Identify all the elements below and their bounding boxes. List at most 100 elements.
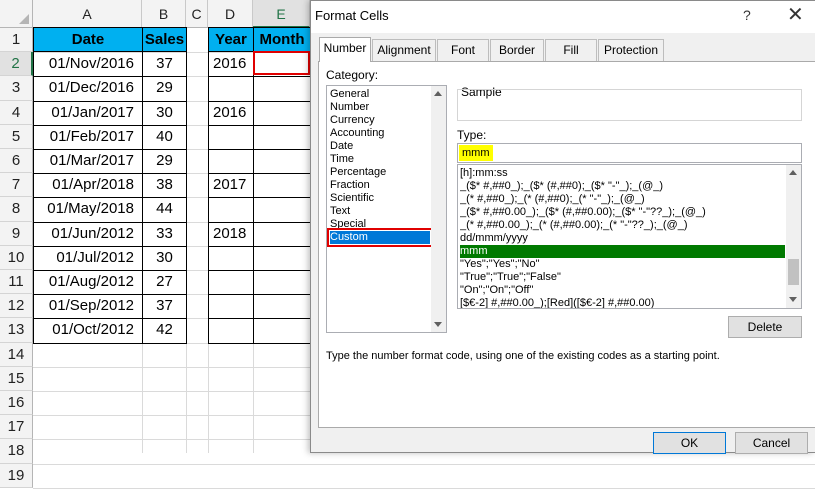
- row-header-7[interactable]: 7: [0, 173, 33, 198]
- scroll-up-arrow-icon[interactable]: [434, 91, 442, 96]
- close-button[interactable]: ✕: [787, 4, 804, 26]
- year-cell[interactable]: 2017: [208, 173, 254, 199]
- sales-cell[interactable]: 40: [142, 124, 187, 150]
- sales-cell[interactable]: 30: [142, 245, 187, 271]
- row-header-11[interactable]: 11: [0, 270, 33, 295]
- column-header-e[interactable]: E: [253, 0, 310, 28]
- row-header-13[interactable]: 13: [0, 318, 33, 343]
- column-header-d[interactable]: D: [208, 0, 253, 28]
- sales-cell[interactable]: 27: [142, 270, 187, 296]
- month-cell[interactable]: [253, 221, 311, 247]
- scroll-down-arrow-icon[interactable]: [789, 297, 797, 302]
- category-item-percentage[interactable]: Percentage: [330, 166, 431, 179]
- year-cell[interactable]: [208, 149, 254, 175]
- sales-cell[interactable]: 44: [142, 197, 187, 223]
- sales-cell[interactable]: 30: [142, 100, 187, 126]
- row-header-15[interactable]: 15: [0, 366, 33, 391]
- row-header-3[interactable]: 3: [0, 76, 33, 101]
- date-cell[interactable]: 01/Apr/2018: [33, 173, 143, 199]
- date-cell[interactable]: 01/May/2018: [33, 197, 143, 223]
- tab-protection[interactable]: Protection: [598, 39, 664, 61]
- category-scrollbar[interactable]: [431, 86, 446, 332]
- format-code-item[interactable]: _($* #,##0.00_);_($* (#,##0.00);_($* "-"…: [460, 206, 785, 219]
- category-item-scientific[interactable]: Scientific: [330, 192, 431, 205]
- format-code-list[interactable]: [h]:mm:ss _($* #,##0_);_($* (#,##0);_($* …: [457, 164, 802, 309]
- month-cell[interactable]: [253, 76, 311, 102]
- help-button[interactable]: ?: [743, 7, 751, 23]
- row-header-8[interactable]: 8: [0, 197, 33, 222]
- row-header-12[interactable]: 12: [0, 294, 33, 319]
- format-code-item[interactable]: "On";"On";"Off": [460, 284, 785, 297]
- format-code-item[interactable]: [h]:mm:ss: [460, 167, 785, 180]
- row-header-6[interactable]: 6: [0, 149, 33, 174]
- header-sales[interactable]: Sales: [142, 27, 187, 52]
- tab-fill[interactable]: Fill: [545, 39, 597, 61]
- year-cell[interactable]: 2018: [208, 221, 254, 247]
- month-cell[interactable]: [253, 197, 311, 223]
- row-header-19[interactable]: 19: [0, 463, 33, 488]
- row-header-17[interactable]: 17: [0, 415, 33, 440]
- date-cell[interactable]: 01/Feb/2017: [33, 124, 143, 150]
- scroll-thumb[interactable]: [788, 259, 799, 285]
- row-header-9[interactable]: 9: [0, 221, 33, 246]
- year-cell[interactable]: [208, 294, 254, 320]
- category-list[interactable]: General Number Currency Accounting Date Time P…: [326, 85, 447, 333]
- month-cell[interactable]: [253, 100, 311, 126]
- tab-alignment[interactable]: Alignment: [372, 39, 436, 61]
- year-cell[interactable]: [208, 318, 254, 344]
- active-cell-e2[interactable]: [253, 51, 310, 75]
- format-list-scrollbar[interactable]: [786, 165, 801, 308]
- sales-cell[interactable]: 29: [142, 76, 187, 102]
- category-item-general[interactable]: General: [330, 88, 431, 101]
- date-cell[interactable]: 01/Mar/2017: [33, 149, 143, 175]
- month-cell[interactable]: [253, 173, 311, 199]
- cancel-button[interactable]: Cancel: [735, 432, 808, 454]
- category-item-special[interactable]: Special: [330, 218, 431, 231]
- year-cell[interactable]: [208, 270, 254, 296]
- row-header-16[interactable]: 16: [0, 391, 33, 416]
- date-cell[interactable]: 01/Nov/2016: [33, 52, 143, 78]
- year-cell[interactable]: 2016: [208, 52, 254, 78]
- row-header-10[interactable]: 10: [0, 245, 33, 270]
- scroll-down-arrow-icon[interactable]: [434, 322, 442, 327]
- sales-cell[interactable]: 33: [142, 221, 187, 247]
- sales-cell[interactable]: 29: [142, 149, 187, 175]
- header-date[interactable]: Date: [33, 27, 143, 52]
- month-cell[interactable]: [253, 318, 311, 344]
- category-item-currency[interactable]: Currency: [330, 114, 431, 127]
- month-cell[interactable]: [253, 270, 311, 296]
- format-code-item[interactable]: _(* #,##0_);_(* (#,##0);_(* "-"_);_(@_): [460, 193, 785, 206]
- format-code-item[interactable]: [$€-2] #,##0.00_);[Red]([$€-2] #,##0.00): [460, 297, 785, 308]
- date-cell[interactable]: 01/Jul/2012: [33, 245, 143, 271]
- category-item-fraction[interactable]: Fraction: [330, 179, 431, 192]
- category-item-text[interactable]: Text: [330, 205, 431, 218]
- header-month[interactable]: Month: [253, 27, 311, 52]
- format-code-item[interactable]: _(* #,##0.00_);_(* (#,##0.00);_(* "-"??_…: [460, 219, 785, 232]
- month-cell[interactable]: [253, 245, 311, 271]
- category-item-accounting[interactable]: Accounting: [330, 127, 431, 140]
- tab-font[interactable]: Font: [437, 39, 489, 61]
- row-header-18[interactable]: 18: [0, 439, 33, 464]
- format-code-item[interactable]: "True";"True";"False": [460, 271, 785, 284]
- select-all-corner[interactable]: [0, 0, 33, 28]
- type-input[interactable]: mmm: [457, 143, 802, 163]
- ok-button[interactable]: OK: [653, 432, 726, 454]
- date-cell[interactable]: 01/Jun/2012: [33, 221, 143, 247]
- year-cell[interactable]: [208, 245, 254, 271]
- row-header-2[interactable]: 2: [0, 52, 33, 77]
- date-cell[interactable]: 01/Aug/2012: [33, 270, 143, 296]
- year-cell[interactable]: [208, 124, 254, 150]
- delete-button[interactable]: Delete: [728, 316, 802, 338]
- format-code-item[interactable]: dd/mmm/yyyy: [460, 232, 785, 245]
- year-cell[interactable]: 2016: [208, 100, 254, 126]
- header-year[interactable]: Year: [208, 27, 254, 52]
- category-item-date[interactable]: Date: [330, 140, 431, 153]
- date-cell[interactable]: 01/Dec/2016: [33, 76, 143, 102]
- category-item-custom[interactable]: Custom: [327, 228, 433, 247]
- month-cell[interactable]: [253, 294, 311, 320]
- format-code-item[interactable]: _($* #,##0_);_($* (#,##0);_($* "-"_);_(@…: [460, 180, 785, 193]
- column-header-c[interactable]: C: [186, 0, 208, 28]
- category-item-time[interactable]: Time: [330, 153, 431, 166]
- scroll-up-arrow-icon[interactable]: [789, 170, 797, 175]
- date-cell[interactable]: 01/Sep/2012: [33, 294, 143, 320]
